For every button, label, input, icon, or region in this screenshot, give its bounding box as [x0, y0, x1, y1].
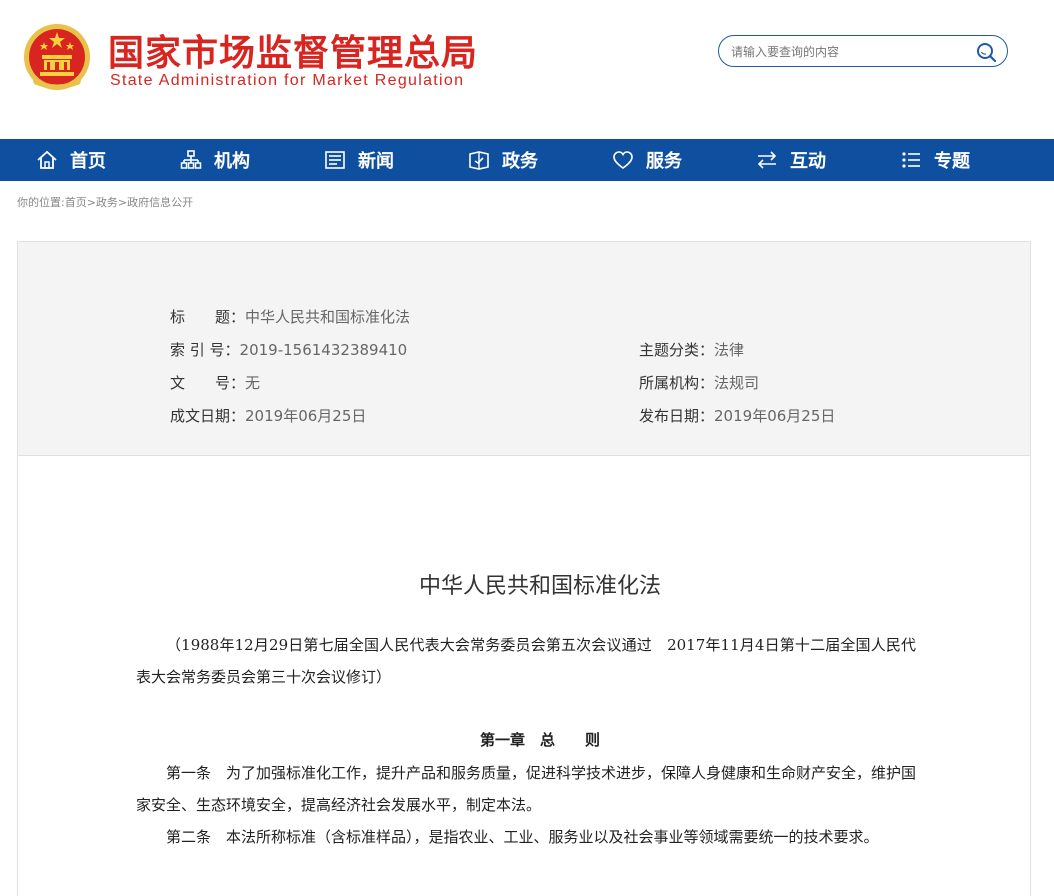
meta-created-date: 成文日期：2019年06月25日	[170, 405, 366, 426]
meta-label: 发布日期：	[639, 407, 715, 425]
heart-icon	[613, 151, 633, 169]
meta-label: 所属机构：	[639, 374, 715, 392]
meta-docno: 文 号：无	[170, 372, 260, 393]
chapter-heading: 第一章 总 则	[479, 731, 600, 749]
site-name-cn: 国家市场监督管理总局	[108, 33, 479, 74]
document-intro: （1988年12月29日第七届全国人民代表大会常务委员会第五次会议通过 2017…	[136, 636, 916, 686]
nav-label: 新闻	[358, 151, 394, 172]
nav-item-home[interactable]: 首页	[36, 139, 106, 181]
nav-label: 政务	[502, 151, 538, 172]
meta-value: 2019-1561432389410	[239, 341, 408, 359]
nav-item-news[interactable]: 新闻	[324, 139, 394, 181]
meta-label: 主题分类：	[639, 341, 715, 359]
affairs-icon	[469, 151, 489, 170]
nav-item-affairs[interactable]: 政务	[468, 139, 538, 181]
news-icon	[325, 151, 345, 169]
main-nav: 首页 机构 新闻 政务 服务 互动 专题	[0, 139, 1054, 181]
meta-category: 主题分类：法律	[639, 339, 744, 360]
meta-value: 中华人民共和国标准化法	[245, 308, 411, 326]
nav-label: 首页	[70, 151, 106, 172]
exchange-icon	[757, 151, 777, 169]
nav-item-topic[interactable]: 专题	[900, 139, 970, 181]
article-2: 第二条 本法所称标准（含标准样品），是指农业、工业、服务业以及社会事业等领域需要…	[166, 828, 879, 846]
search-box	[718, 35, 1008, 67]
meta-published-date: 发布日期：2019年06月25日	[639, 405, 835, 426]
search-input[interactable]	[729, 41, 973, 63]
org-icon	[180, 150, 202, 169]
breadcrumb[interactable]: 你的位置:首页>政务>政府信息公开	[17, 194, 193, 210]
nav-label: 互动	[790, 151, 826, 172]
meta-label: 索 引 号：	[170, 341, 240, 359]
home-icon	[37, 150, 57, 169]
national-emblem-icon[interactable]	[22, 22, 92, 92]
meta-label: 标 题：	[170, 308, 246, 326]
site-name-en: State Administration for Market Regulati…	[110, 72, 465, 89]
meta-org: 所属机构：法规司	[639, 372, 759, 393]
meta-label: 文 号：	[170, 374, 246, 392]
meta-value: 2019年06月25日	[245, 407, 367, 425]
nav-item-org[interactable]: 机构	[180, 139, 250, 181]
meta-title: 标 题：中华人民共和国标准化法	[170, 306, 410, 327]
meta-value: 无	[245, 374, 261, 392]
site-header: 国家市场监督管理总局 State Administration for Mark…	[0, 0, 1054, 139]
nav-label: 机构	[214, 151, 250, 172]
nav-item-interact[interactable]: 互动	[756, 139, 826, 181]
nav-label: 服务	[646, 151, 682, 172]
topic-list-icon	[902, 152, 920, 168]
article-1: 第一条 为了加强标准化工作，提升产品和服务质量，促进科学技术进步，保障人身健康和…	[136, 764, 917, 814]
meta-value: 2019年06月25日	[714, 407, 836, 425]
meta-value: 法规司	[714, 374, 760, 392]
meta-label: 成文日期：	[170, 407, 246, 425]
nav-label: 专题	[934, 151, 970, 172]
meta-value: 法律	[714, 341, 745, 359]
nav-item-service[interactable]: 服务	[612, 139, 682, 181]
meta-index: 索 引 号：2019-1561432389410	[170, 339, 407, 360]
search-icon[interactable]	[975, 41, 997, 63]
document-title: 中华人民共和国标准化法	[418, 574, 661, 599]
